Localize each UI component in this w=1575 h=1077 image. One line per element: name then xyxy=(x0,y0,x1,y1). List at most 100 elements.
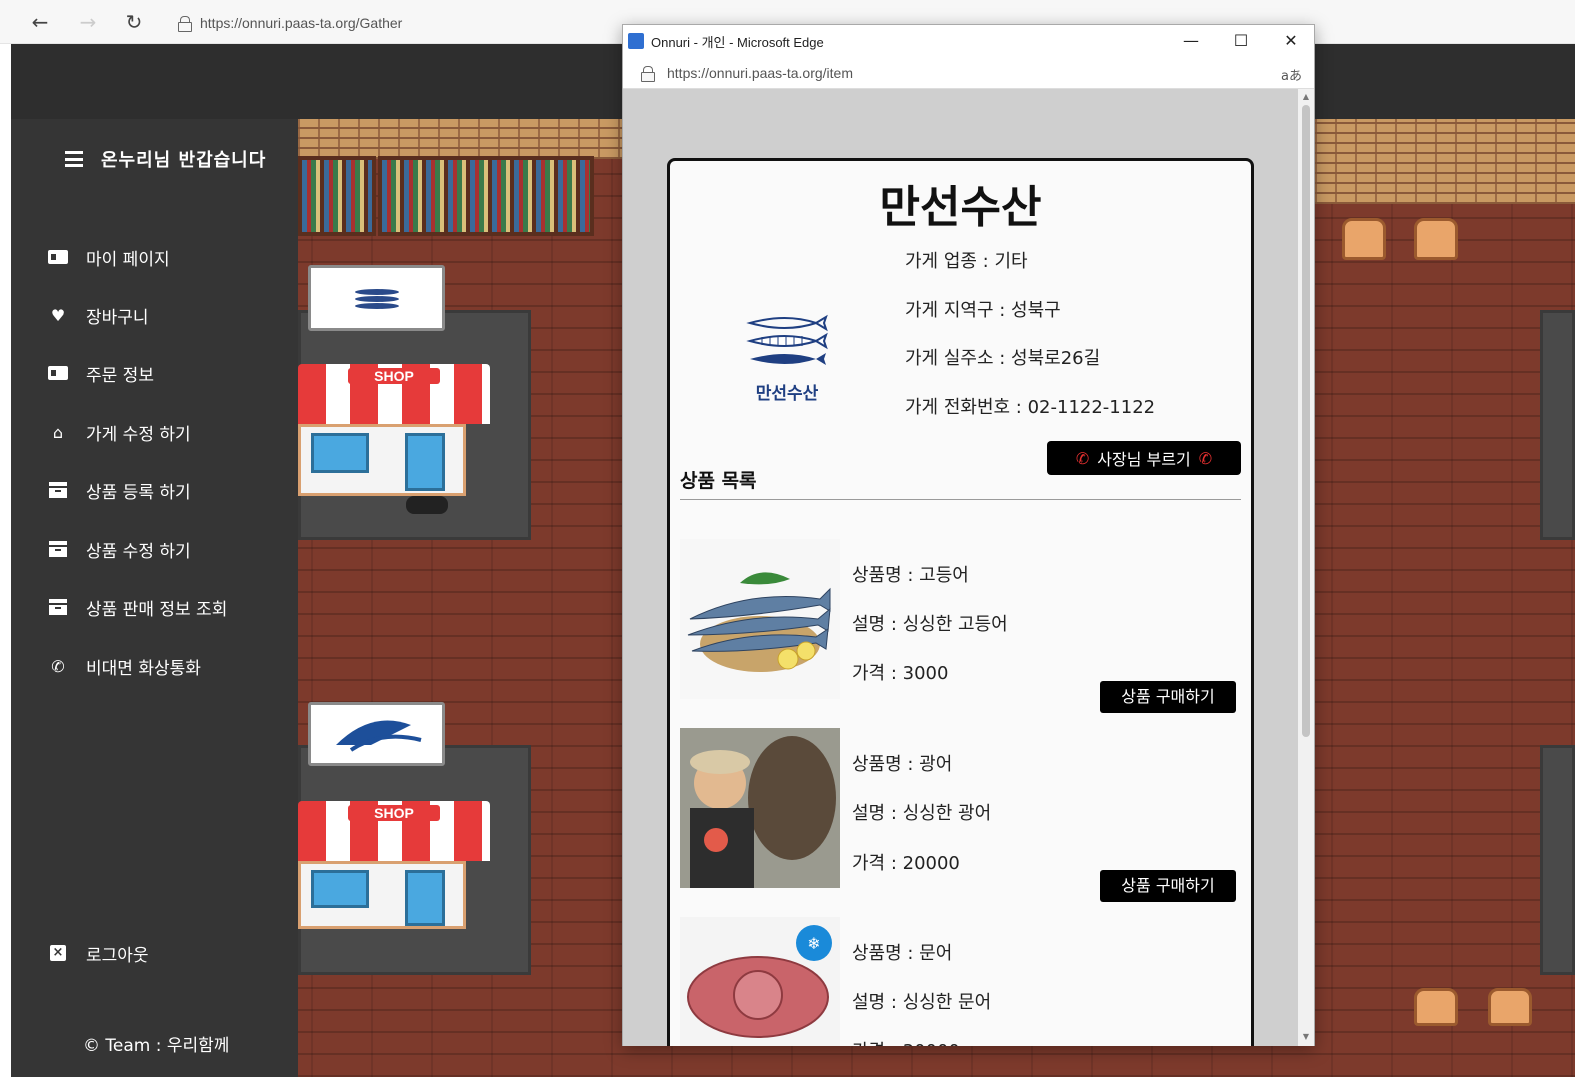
flatfish-image xyxy=(680,728,840,888)
chair xyxy=(1414,218,1458,260)
sidebar-item-label: 마이 페이지 xyxy=(86,249,170,270)
sidebar-item-cart[interactable]: ♥ 장바구니 xyxy=(48,300,149,330)
shop-door xyxy=(405,433,445,491)
back-icon[interactable]: ← xyxy=(26,8,54,36)
sidebar-item-label: 가게 수정 하기 xyxy=(86,424,191,445)
store-phone: 가게 전화번호 : 02-1122-1122 xyxy=(905,397,1156,418)
sidebar-item-orders[interactable]: 주문 정보 xyxy=(48,358,154,388)
product-name: 상품명 : 문어 xyxy=(852,943,953,964)
store-category: 가게 업종 : 기타 xyxy=(905,251,1028,272)
forward-icon[interactable]: → xyxy=(74,8,102,36)
fish-logo-small-icon xyxy=(336,720,422,752)
shop-building[interactable] xyxy=(298,424,466,496)
logout-button[interactable]: × 로그아웃 xyxy=(48,938,149,968)
bookshelf xyxy=(298,156,376,236)
sidebar-item-video-call[interactable]: ✆ 비대면 화상통화 xyxy=(48,651,201,681)
product-price: 가격 : 20000 xyxy=(852,853,960,874)
shop-awning: SHOP xyxy=(298,364,490,424)
divider xyxy=(680,499,1241,500)
reader-mode-icon[interactable]: aあ xyxy=(1281,65,1302,84)
shop-sign-board[interactable] xyxy=(308,265,445,331)
store-card: 만선수산 가게 업종 : 기타 가게 지역구 : 성북구 가게 실주소 : 성북… xyxy=(667,158,1254,1046)
shop-building[interactable] xyxy=(298,861,466,929)
popup-window: Onnuri - 개인 - Microsoft Edge — ☐ ✕ https… xyxy=(622,24,1315,1046)
product-price: 가격 : 3000 xyxy=(852,663,949,684)
avatar[interactable] xyxy=(406,496,448,514)
bookshelf xyxy=(378,156,594,236)
products-heading: 상품 목록 xyxy=(680,470,757,492)
hamburger-menu-icon[interactable] xyxy=(65,151,83,167)
app-icon xyxy=(628,33,644,49)
sidebar-item-edit-product[interactable]: 상품 수정 하기 xyxy=(48,534,191,564)
sidebar-item-label: 주문 정보 xyxy=(86,365,154,386)
home-icon: ⌂ xyxy=(52,422,64,442)
brick-wall xyxy=(298,119,623,159)
logout-label: 로그아웃 xyxy=(86,945,149,966)
product-description: 설명 : 싱싱한 고등어 xyxy=(852,614,1008,635)
store-name: 만선수산 xyxy=(879,182,1042,233)
refresh-icon[interactable]: ↻ xyxy=(120,8,148,36)
lock-icon xyxy=(178,16,192,32)
product-name: 상품명 : 고등어 xyxy=(852,565,969,586)
call-owner-button[interactable]: ✆ 사장님 부르기 ✆ xyxy=(1047,441,1241,475)
fish-logo-icon xyxy=(746,314,828,365)
shop-label: SHOP xyxy=(348,368,440,384)
heart-icon: ♥ xyxy=(50,305,66,325)
sidebar-item-my-page[interactable]: 마이 페이지 xyxy=(48,242,170,272)
call-owner-label: 사장님 부르기 xyxy=(1097,450,1191,469)
id-card-icon xyxy=(48,247,68,267)
svg-text:❄: ❄ xyxy=(807,934,820,953)
sidebar-item-register-product[interactable]: 상품 등록 하기 xyxy=(48,475,191,505)
address-bar[interactable]: https://onnuri.paas-ta.org/Gather xyxy=(178,10,402,36)
shop-sign-board[interactable] xyxy=(308,702,445,766)
buy-product-button[interactable]: 상품 구매하기 xyxy=(1100,870,1236,902)
archive-icon xyxy=(48,597,68,617)
sidebar: 온누리님 반갑습니다 마이 페이지 ♥ 장바구니 주문 정보 ⌂ 가게 수정 하… xyxy=(11,119,298,1077)
sidebar-item-sales-info[interactable]: 상품 판매 정보 조회 xyxy=(48,592,227,622)
product-name: 상품명 : 광어 xyxy=(852,754,953,775)
phone-icon: ✆ xyxy=(1198,448,1213,468)
copyright-text: © Team : 우리함께 xyxy=(83,1036,230,1056)
sidebar-item-label: 장바구니 xyxy=(86,307,149,328)
chair xyxy=(1342,218,1386,260)
product-description: 설명 : 싱싱한 광어 xyxy=(852,803,992,824)
scrollbar[interactable]: ▲ ▼ xyxy=(1298,89,1314,1046)
popup-address-bar[interactable]: https://onnuri.paas-ta.org/item aあ xyxy=(623,57,1314,89)
close-icon[interactable]: ✕ xyxy=(1268,25,1314,57)
minimize-icon[interactable]: — xyxy=(1168,25,1214,57)
octopus-image: ❄ xyxy=(687,925,832,1038)
rug xyxy=(1540,745,1575,975)
product-description: 설명 : 싱싱한 문어 xyxy=(852,992,992,1013)
chair xyxy=(1488,988,1532,1026)
shop-door xyxy=(405,870,445,926)
scroll-thumb[interactable] xyxy=(1302,105,1310,737)
scroll-up-icon[interactable]: ▲ xyxy=(1301,92,1311,101)
shop-label: SHOP xyxy=(348,805,440,821)
address-bar-url: https://onnuri.paas-ta.org/Gather xyxy=(200,15,403,31)
store-logo-text: 만선수산 xyxy=(755,384,819,404)
shop-window xyxy=(311,870,369,908)
sidebar-header: 온누리님 반갑습니다 xyxy=(11,139,298,179)
archive-icon xyxy=(48,539,68,559)
popup-title-bar: Onnuri - 개인 - Microsoft Edge — ☐ ✕ xyxy=(623,25,1314,57)
product-image-flatfish[interactable] xyxy=(680,728,840,888)
popup-url: https://onnuri.paas-ta.org/item xyxy=(667,64,853,81)
buy-product-button[interactable]: 상품 구매하기 xyxy=(1100,681,1236,713)
mackerel-image xyxy=(687,572,831,672)
sidebar-item-edit-store[interactable]: ⌂ 가게 수정 하기 xyxy=(48,417,191,447)
popup-content: 만선수산 가게 업종 : 기타 가게 지역구 : 성북구 가게 실주소 : 성북… xyxy=(623,89,1298,1046)
archive-icon xyxy=(48,480,68,500)
greeting-text: 온누리님 반갑습니다 xyxy=(101,150,267,171)
brick-wall xyxy=(1315,119,1575,204)
phone-icon: ✆ xyxy=(1075,448,1090,468)
maximize-icon[interactable]: ☐ xyxy=(1218,25,1264,57)
store-logo: 만선수산 xyxy=(746,311,828,404)
shop-awning: SHOP xyxy=(298,801,490,861)
scroll-down-icon[interactable]: ▼ xyxy=(1301,1032,1311,1041)
sidebar-item-label: 상품 수정 하기 xyxy=(86,541,191,562)
product-image-octopus[interactable]: ❄ xyxy=(680,917,840,1046)
popup-title: Onnuri - 개인 - Microsoft Edge xyxy=(651,34,824,50)
shop-window xyxy=(311,433,369,473)
rug xyxy=(1540,310,1575,540)
product-image-mackerel[interactable] xyxy=(680,539,840,699)
